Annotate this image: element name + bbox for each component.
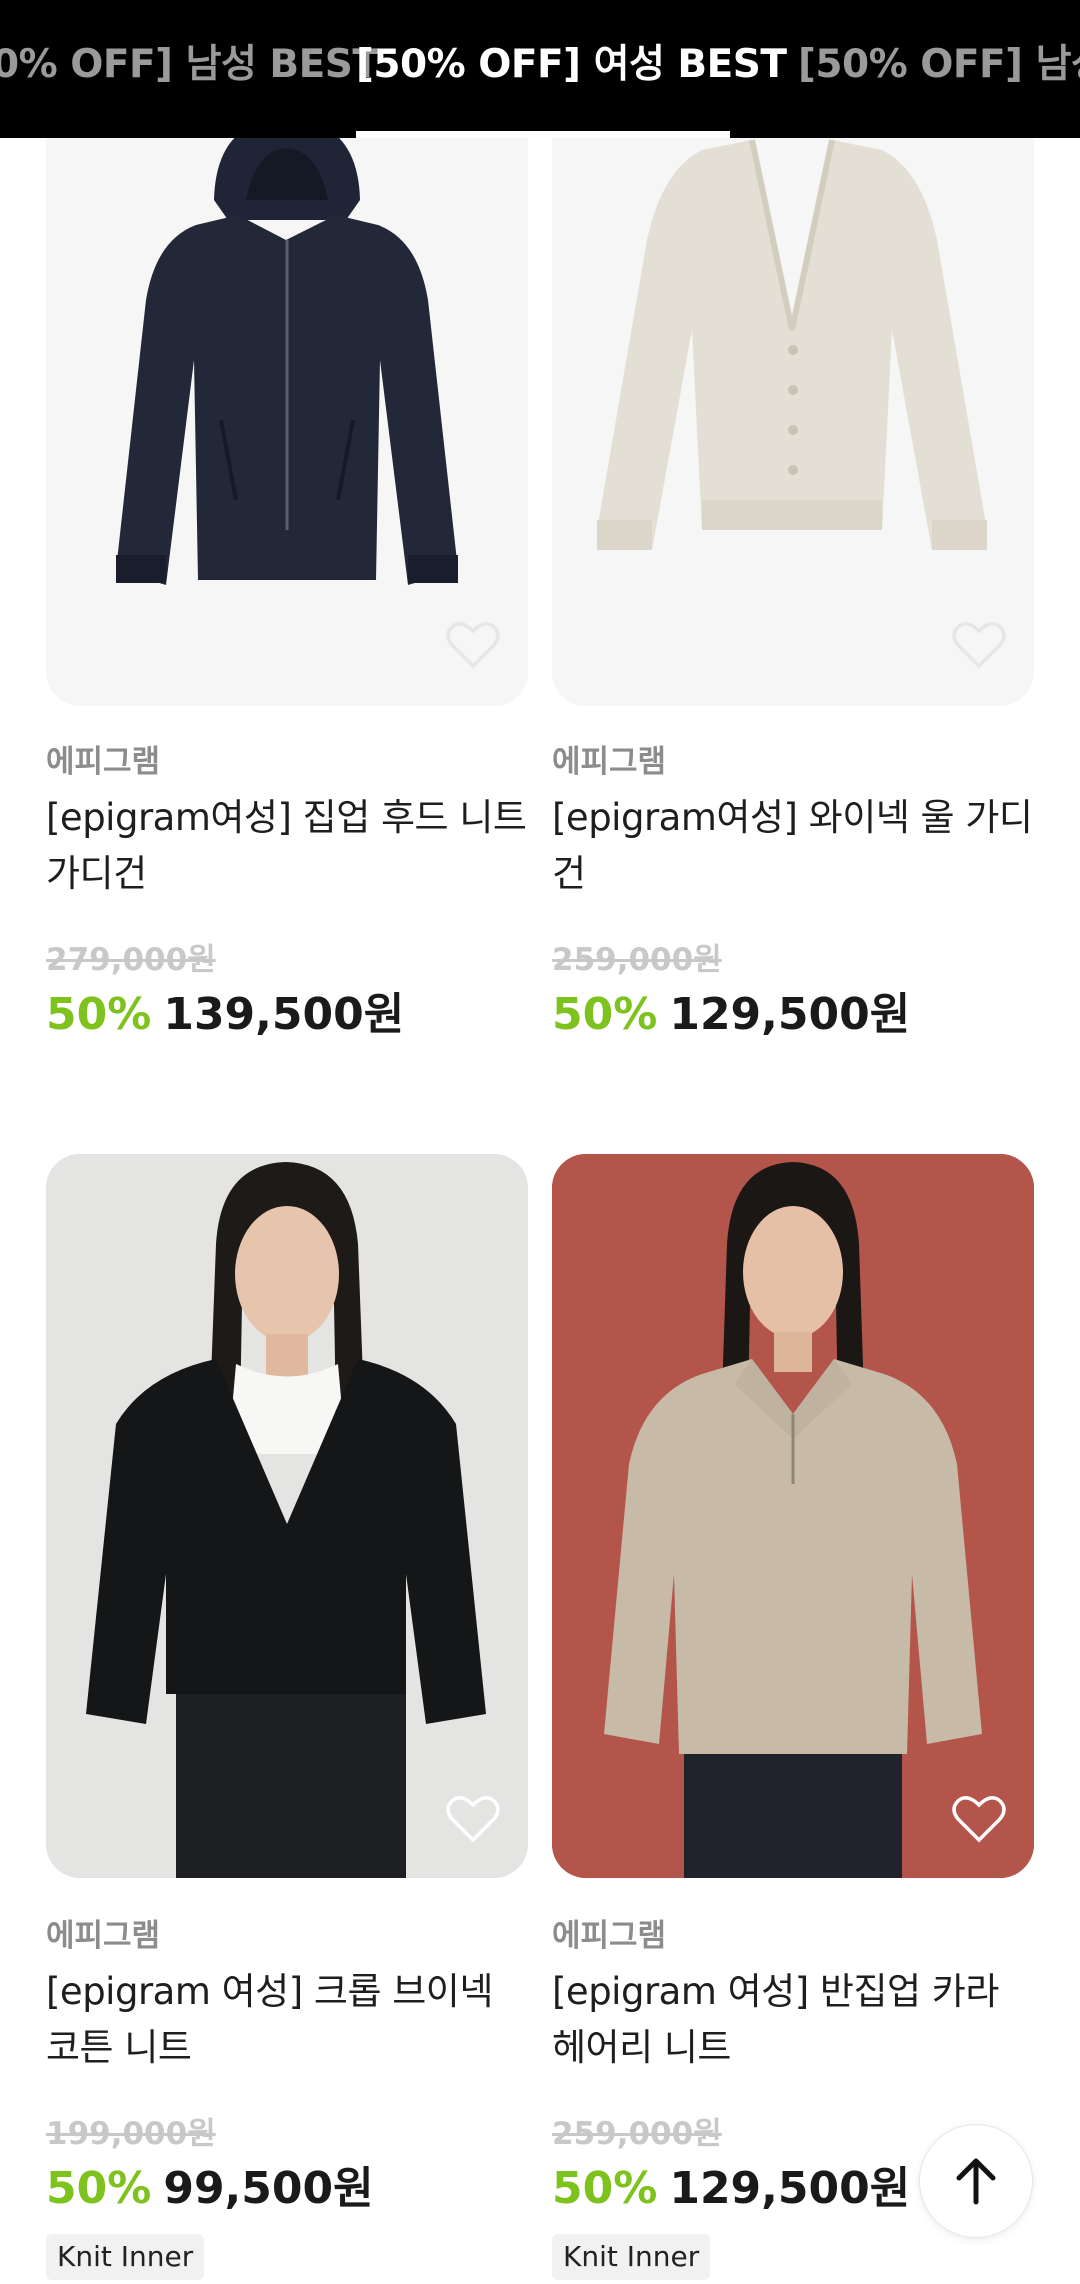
discount-rate: 50%	[46, 2163, 152, 2214]
product-card[interactable]: 에피그램 [epigram 여성] 크롭 브이넥 코튼 니트 199,000원 …	[46, 1154, 528, 2284]
product-brand: 에피그램	[552, 744, 667, 780]
product-name[interactable]: [epigram여성] 집업 후드 니트 가디건	[46, 790, 528, 902]
price-row: 50% 139,500원	[46, 978, 404, 1042]
product-image[interactable]	[46, 1154, 528, 1878]
discount-rate: 50%	[552, 2163, 658, 2214]
price-row: 50% 129,500원	[552, 2152, 910, 2216]
product-name[interactable]: [epigram 여성] 반집업 카라 헤어리 니트	[552, 1964, 1034, 2076]
product-tag[interactable]: Knit Inner	[46, 2234, 205, 2280]
discount-rate: 50%	[46, 989, 152, 1040]
product-name[interactable]: [epigram 여성] 크롭 브이넥 코튼 니트	[46, 1964, 528, 2076]
product-tag[interactable]: Knit Inner	[552, 2234, 711, 2280]
original-price: 259,000원	[552, 942, 722, 978]
sale-price: 129,500원	[669, 989, 911, 1040]
product-brand: 에피그램	[46, 744, 161, 780]
scroll-to-top-button[interactable]	[919, 2124, 1033, 2238]
arrow-up-icon	[956, 2158, 996, 2205]
product-card[interactable]: 에피그램 [epigram여성] 집업 후드 니트 가디건 279,000원 5…	[46, 0, 528, 1040]
discount-rate: 50%	[552, 989, 658, 1040]
original-price: 259,000원	[552, 2116, 722, 2152]
product-card[interactable]: 에피그램 [epigram여성] 와이넥 울 가디건 259,000원 50% 1…	[552, 0, 1034, 1040]
tab-men-more[interactable]: [50% OFF] 남성 상	[798, 38, 1080, 98]
favorite-heart-icon[interactable]	[952, 1794, 1006, 1844]
sale-price: 129,500원	[669, 2163, 911, 2214]
sale-price: 99,500원	[163, 2163, 374, 2214]
product-brand: 에피그램	[552, 1918, 667, 1954]
price-row: 50% 99,500원	[46, 2152, 374, 2216]
product-image[interactable]	[552, 1154, 1034, 1878]
favorite-heart-icon[interactable]	[446, 620, 500, 670]
product-card[interactable]: 에피그램 [epigram 여성] 반집업 카라 헤어리 니트 259,000원…	[552, 1154, 1034, 2284]
original-price: 199,000원	[46, 2116, 216, 2152]
price-row: 50% 129,500원	[552, 978, 910, 1042]
product-image-model-beige-knit	[552, 1154, 1034, 1878]
favorite-heart-icon[interactable]	[446, 1794, 500, 1844]
original-price: 279,000원	[46, 942, 216, 978]
tab-women-best[interactable]: [50% OFF] 여성 BEST	[356, 38, 787, 98]
active-tab-indicator	[356, 131, 730, 138]
favorite-heart-icon[interactable]	[952, 620, 1006, 670]
sale-price: 139,500원	[163, 989, 405, 1040]
product-image-model-black-knit	[46, 1154, 528, 1878]
product-name[interactable]: [epigram여성] 와이넥 울 가디건	[552, 790, 1034, 902]
product-brand: 에피그램	[46, 1918, 161, 1954]
category-tab-bar: [50% OFF] 남성 BEST [50% OFF] 여성 BEST [50%…	[0, 0, 1080, 138]
tab-men-best[interactable]: [50% OFF] 남성 BEST	[0, 38, 379, 98]
